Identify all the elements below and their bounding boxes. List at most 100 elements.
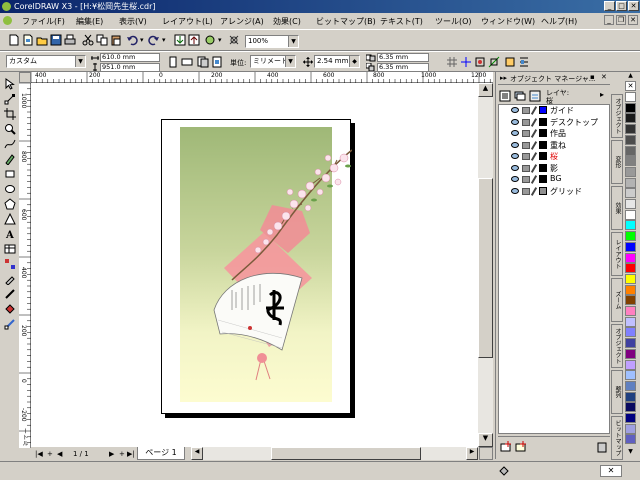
- vertical-scroll-thumb[interactable]: [478, 178, 493, 358]
- menu-edit[interactable]: 編集(E): [76, 16, 103, 27]
- snap-to-grid-icon[interactable]: [446, 56, 458, 68]
- snap-to-guidelines-icon[interactable]: [460, 56, 472, 68]
- visibility-icon[interactable]: [511, 141, 519, 148]
- polygon-tool-icon[interactable]: [4, 198, 16, 210]
- new-master-layer-icon[interactable]: [515, 441, 527, 453]
- palette-swatch[interactable]: [625, 413, 636, 423]
- visibility-icon[interactable]: [511, 164, 519, 171]
- chevron-down-icon[interactable]: ▼: [75, 56, 85, 67]
- smart-fill-tool-icon[interactable]: [4, 153, 16, 165]
- palette-swatch[interactable]: [625, 102, 636, 113]
- palette-swatch[interactable]: [625, 295, 636, 306]
- table-tool-icon[interactable]: [4, 243, 16, 255]
- redo-icon[interactable]: [148, 34, 160, 46]
- paste-icon[interactable]: [110, 34, 122, 46]
- flyout-arrow-icon[interactable]: ▸: [600, 90, 604, 99]
- close-button[interactable]: ✕: [628, 1, 639, 11]
- docker-tab[interactable]: ズーム: [611, 278, 623, 322]
- launcher-dropdown-icon[interactable]: ▾: [218, 36, 222, 44]
- printable-icon[interactable]: [522, 107, 530, 114]
- visibility-icon[interactable]: [511, 130, 519, 136]
- layer-manager-view-icon[interactable]: [529, 90, 541, 102]
- new-layer-icon[interactable]: [500, 441, 512, 453]
- layer-row[interactable]: 影: [511, 163, 601, 174]
- palette-swatch[interactable]: [625, 231, 636, 242]
- palette-swatch[interactable]: [625, 252, 636, 263]
- horizontal-scrollbar[interactable]: ◀ ▶: [191, 447, 478, 460]
- spin-icon[interactable]: ◆: [349, 56, 359, 67]
- print-icon[interactable]: [64, 34, 76, 46]
- all-pages-icon[interactable]: [197, 56, 209, 68]
- undo-dropdown-icon[interactable]: ▾: [140, 36, 144, 44]
- ellipse-tool-icon[interactable]: [4, 183, 16, 195]
- palette-swatch[interactable]: [625, 124, 636, 135]
- maximize-button[interactable]: □: [616, 1, 627, 11]
- duplicate-x-field[interactable]: 6.35 mm: [377, 53, 429, 62]
- palette-swatch[interactable]: [625, 220, 636, 231]
- palette-swatch[interactable]: [625, 188, 636, 199]
- visibility-icon[interactable]: [511, 118, 519, 125]
- palette-swatch[interactable]: [625, 113, 636, 124]
- eyedropper-tool-icon[interactable]: [4, 273, 16, 285]
- layer-color-swatch[interactable]: [539, 129, 547, 137]
- visibility-icon[interactable]: [511, 153, 519, 159]
- palette-swatch[interactable]: [625, 348, 636, 359]
- navigator-button[interactable]: [479, 447, 493, 460]
- paper-type-combo[interactable]: カスタム ▼: [6, 55, 86, 68]
- corel-online-icon[interactable]: [228, 34, 240, 46]
- doc-close-button[interactable]: ✕: [628, 15, 638, 25]
- palette-scroll-up-icon[interactable]: ▲: [625, 72, 636, 80]
- menu-help[interactable]: ヘルプ(H): [541, 16, 577, 27]
- palette-swatch[interactable]: [625, 166, 636, 177]
- edit-across-layers-icon[interactable]: [514, 90, 526, 102]
- basic-shapes-tool-icon[interactable]: [4, 213, 16, 225]
- pick-tool-icon[interactable]: [4, 78, 16, 90]
- palette-swatch[interactable]: [625, 241, 636, 252]
- new-icon[interactable]: [8, 34, 20, 46]
- treat-as-filled-icon[interactable]: [504, 56, 516, 68]
- editable-icon[interactable]: [530, 175, 538, 184]
- horizontal-scroll-thumb[interactable]: [271, 447, 421, 460]
- layer-color-swatch[interactable]: [539, 163, 547, 172]
- menu-effects[interactable]: 効果(C): [273, 16, 301, 27]
- editable-icon[interactable]: [530, 106, 538, 115]
- palette-swatch[interactable]: [625, 156, 636, 167]
- palette-swatch[interactable]: [625, 145, 636, 156]
- palette-swatch[interactable]: [625, 263, 636, 274]
- horizontal-ruler[interactable]: 400 200 0 200 400 600 800 1000 1200: [31, 72, 493, 83]
- printable-icon[interactable]: [522, 130, 530, 137]
- layer-row[interactable]: BG: [511, 174, 601, 185]
- chevron-down-icon[interactable]: ▼: [288, 36, 298, 47]
- undo-icon[interactable]: [126, 34, 138, 46]
- editable-icon[interactable]: [530, 117, 538, 127]
- new-from-template-icon[interactable]: [22, 34, 34, 46]
- editable-icon[interactable]: [530, 163, 538, 173]
- menu-view[interactable]: 表示(V): [119, 16, 147, 27]
- freehand-tool-icon[interactable]: [4, 138, 16, 150]
- vertical-scrollbar[interactable]: ▲ ▼: [478, 83, 493, 447]
- page-height-field[interactable]: 951.0 mm: [100, 63, 160, 72]
- palette-swatch[interactable]: [625, 327, 636, 338]
- menu-arrange[interactable]: アレンジ(A): [220, 16, 264, 27]
- import-icon[interactable]: [174, 34, 186, 46]
- export-icon[interactable]: [188, 34, 200, 46]
- layer-color-swatch[interactable]: [539, 186, 547, 195]
- no-color-swatch[interactable]: ✕: [625, 81, 636, 91]
- layer-row[interactable]: 桜: [511, 151, 601, 162]
- layer-row[interactable]: ガイド: [511, 105, 601, 116]
- shape-tool-icon[interactable]: [4, 93, 16, 105]
- snap-to-objects-icon[interactable]: [474, 56, 486, 68]
- menu-window[interactable]: ウィンドウ(W): [481, 16, 535, 27]
- interactive-fill-tool-icon[interactable]: [4, 318, 16, 330]
- scroll-left-button[interactable]: ◀: [191, 447, 203, 460]
- tab-page-1[interactable]: ページ 1: [137, 447, 185, 460]
- visibility-icon[interactable]: [511, 107, 519, 113]
- palette-swatch[interactable]: [625, 391, 636, 402]
- editable-icon[interactable]: [530, 152, 538, 161]
- last-page-icon[interactable]: ▶|: [127, 450, 135, 458]
- menu-tools[interactable]: ツール(O): [435, 16, 472, 27]
- delete-icon[interactable]: [596, 441, 608, 453]
- rectangle-tool-icon[interactable]: [4, 168, 16, 180]
- docker-tab[interactable]: レイアウト: [611, 232, 623, 276]
- cut-icon[interactable]: [82, 34, 94, 46]
